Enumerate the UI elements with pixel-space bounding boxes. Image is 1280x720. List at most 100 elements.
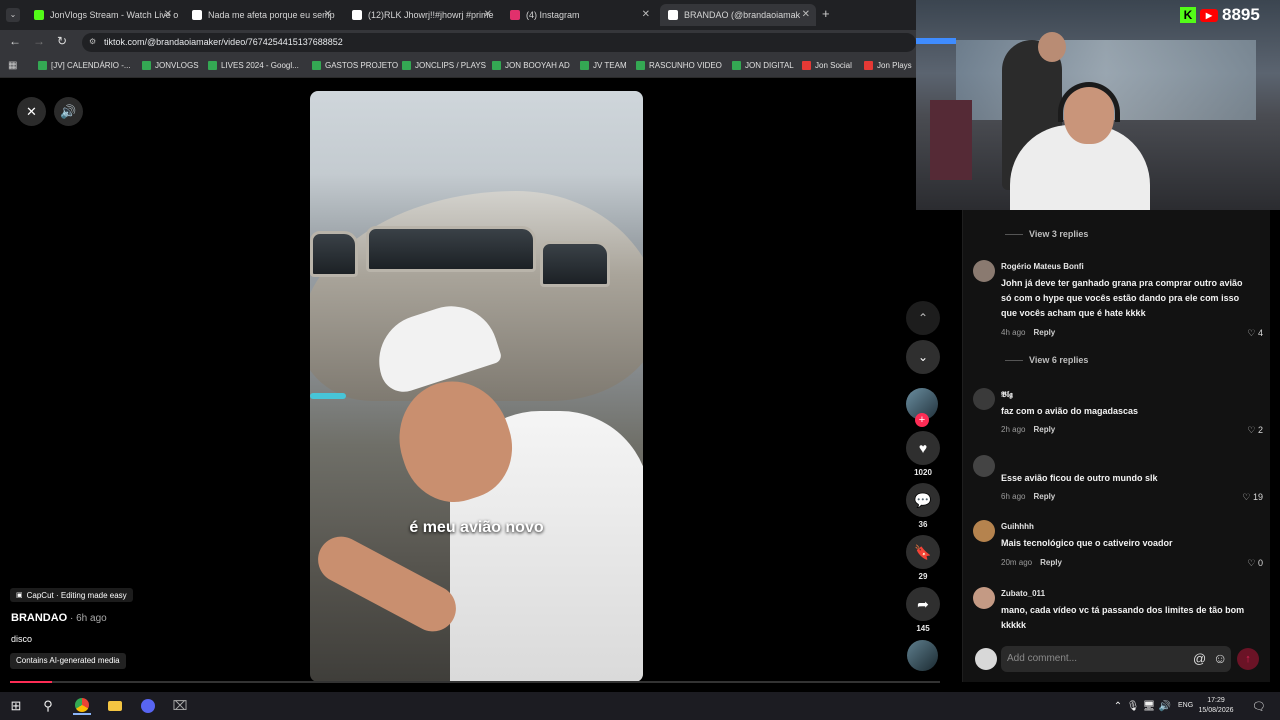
comment-item: Esse avião ficou de outro mundo slk 6h a…	[973, 455, 1263, 505]
tab-list-chevron-icon[interactable]: ⌄	[6, 8, 20, 22]
notifications-icon[interactable]: 🗨	[1250, 697, 1268, 715]
chrome-icon[interactable]	[73, 697, 91, 715]
video-progress-bar[interactable]	[10, 681, 940, 683]
avatar[interactable]	[973, 587, 995, 609]
reply-button[interactable]: Reply	[1040, 558, 1062, 567]
music-disc-icon[interactable]	[907, 640, 938, 671]
discord-icon[interactable]	[139, 697, 157, 715]
system-clock[interactable]: 17:29 15/08/2026	[1196, 696, 1236, 716]
avatar[interactable]	[973, 260, 995, 282]
comment-text: faz com o avião do magadascas	[1001, 406, 1139, 416]
tab-brandao[interactable]: BRANDAO (@brandaoiamak ✕	[660, 4, 816, 26]
bookmark-item[interactable]: GASTOS PROJETO	[312, 61, 398, 70]
video-player[interactable]: é meu avião novo	[310, 91, 643, 682]
comment-item: 𝕭𝖑𝖌 faz com o avião do magadascas 2h ago…	[973, 388, 1263, 438]
next-video-button[interactable]: ⌄	[906, 340, 940, 374]
back-icon[interactable]: ←	[9, 34, 21, 48]
site-info-icon[interactable]: ⚙	[89, 37, 96, 46]
language-indicator[interactable]: ENG	[1178, 702, 1193, 709]
analytics-icon	[802, 61, 811, 70]
airplane-window	[310, 231, 358, 277]
tab-nada-me-afeta[interactable]: Nada me afeta porque eu semp ✕	[186, 4, 338, 26]
comment-item: Guihhhh Mais tecnológico que o cativeiro…	[973, 520, 1263, 570]
avatar[interactable]	[973, 520, 995, 542]
comment-like[interactable]: ♡ 0	[1247, 558, 1263, 569]
comment-like[interactable]: ♡ 4	[1247, 328, 1263, 339]
reload-icon[interactable]: ↻	[57, 34, 67, 48]
view-replies-button[interactable]: View 3 replies	[1005, 229, 1088, 239]
share-button[interactable]: ➦	[906, 587, 940, 621]
comment-meta: 2h ago Reply	[1001, 425, 1056, 434]
sheets-icon	[142, 61, 151, 70]
comment-user[interactable]: Rogério Mateus Bonfi	[1001, 262, 1084, 271]
author-name: BRANDAO	[11, 612, 68, 624]
author-line[interactable]: BRANDAO · 6h ago	[11, 612, 107, 624]
sheets-icon	[38, 61, 47, 70]
bookmark-item[interactable]: [JV] CALENDÁRIO -...	[38, 61, 131, 70]
comment-user[interactable]: Guihhhh	[1001, 522, 1034, 531]
tab-jonvlogs[interactable]: JonVlogs Stream - Watch Live o ✕	[28, 4, 178, 26]
follow-plus-icon[interactable]: +	[915, 413, 929, 427]
bookmark-item[interactable]: LIVES 2024 - Googl...	[208, 61, 299, 70]
mention-icon[interactable]: @	[1193, 651, 1206, 666]
avatar[interactable]	[973, 455, 995, 477]
sheets-icon	[580, 61, 589, 70]
app-icon[interactable]: ⌧	[171, 697, 189, 715]
bookmark-item[interactable]: JV TEAM	[580, 61, 627, 70]
close-icon[interactable]: ✕	[484, 9, 492, 20]
comment-count: 36	[918, 520, 928, 529]
windows-taskbar: ⊞ ⚲ ⌧ ⌃ 🎙 🖥 🔊 ENG 17:29 15/08/2026 🗨	[0, 692, 1280, 720]
previous-video-button[interactable]: ⌃	[906, 301, 940, 335]
comment-like[interactable]: ♡ 2	[1247, 425, 1263, 436]
bookmark-item[interactable]: JON BOOYAH AD	[492, 61, 570, 70]
reply-button[interactable]: Reply	[1033, 328, 1055, 337]
video-progress-fill	[10, 681, 52, 683]
forward-icon[interactable]: →	[33, 34, 45, 48]
file-explorer-icon[interactable]	[106, 697, 124, 715]
post-time: · 6h ago	[67, 613, 107, 624]
tab-rlk[interactable]: (12)RLK Jhowrj!!#jhowrj #prime ✕	[346, 4, 498, 26]
bookmark-item[interactable]: JON DIGITAL	[732, 61, 794, 70]
volume-button[interactable]: 🔊	[54, 97, 83, 126]
comment-user[interactable]: Zubato_011	[1001, 589, 1045, 598]
send-comment-button[interactable]: ↑	[1237, 648, 1259, 670]
save-button[interactable]: 🔖	[906, 535, 940, 569]
webcam-overlay: K ▶ 8895	[916, 0, 1280, 210]
like-count: 1020	[914, 468, 932, 477]
view-replies-button[interactable]: View 6 replies	[1005, 355, 1088, 365]
comment-meta: 6h ago Reply	[1001, 492, 1056, 501]
url-input[interactable]: ⚙ tiktok.com/@brandaoiamaker/video/76742…	[82, 33, 916, 52]
apps-grid-icon[interactable]: ▦	[8, 60, 17, 71]
airplane-window	[366, 226, 536, 272]
comment-like[interactable]: ♡ 19	[1242, 492, 1263, 503]
reply-button[interactable]: Reply	[1033, 492, 1055, 501]
capcut-badge[interactable]: ▣ CapCut · Editing made easy	[10, 588, 133, 602]
like-button[interactable]: ♥	[906, 431, 940, 465]
close-icon[interactable]: ✕	[642, 9, 650, 20]
avatar[interactable]	[973, 388, 995, 410]
volume-icon[interactable]: 🔊	[1156, 697, 1174, 715]
bookmark-item[interactable]: Jon Plays	[864, 61, 912, 70]
viewer-number: 8895	[1222, 5, 1260, 24]
windows-start-icon[interactable]: ⊞	[7, 697, 25, 715]
close-icon[interactable]: ✕	[324, 9, 332, 20]
bookmark-item[interactable]: RASCUNHO VIDEO	[636, 61, 722, 70]
reply-button[interactable]: Reply	[1033, 425, 1055, 434]
comment-item: Rogério Mateus Bonfi John já deve ter ga…	[973, 260, 1263, 340]
new-tab-button[interactable]: +	[822, 6, 830, 21]
emoji-icon[interactable]: ☺	[1213, 650, 1227, 666]
comment-user[interactable]: 𝕭𝖑𝖌	[1001, 390, 1013, 400]
bookmark-item[interactable]: JONVLOGS	[142, 61, 199, 70]
close-icon[interactable]: ✕	[802, 9, 810, 20]
comment-button[interactable]: 💬	[906, 483, 940, 517]
airplane-window	[540, 241, 610, 287]
share-count: 145	[916, 624, 930, 633]
search-icon[interactable]: ⚲	[39, 697, 57, 715]
close-icon[interactable]: ✕	[164, 9, 172, 20]
comment-text: John já deve ter ganhado grana pra compr…	[1001, 278, 1243, 318]
bookmark-item[interactable]: JONCLIPS / PLAYS	[402, 61, 486, 70]
person-figure	[310, 294, 643, 682]
bookmark-item[interactable]: Jon Social	[802, 61, 852, 70]
tab-instagram[interactable]: (4) Instagram ✕	[504, 4, 656, 26]
close-video-button[interactable]: ✕	[17, 97, 46, 126]
